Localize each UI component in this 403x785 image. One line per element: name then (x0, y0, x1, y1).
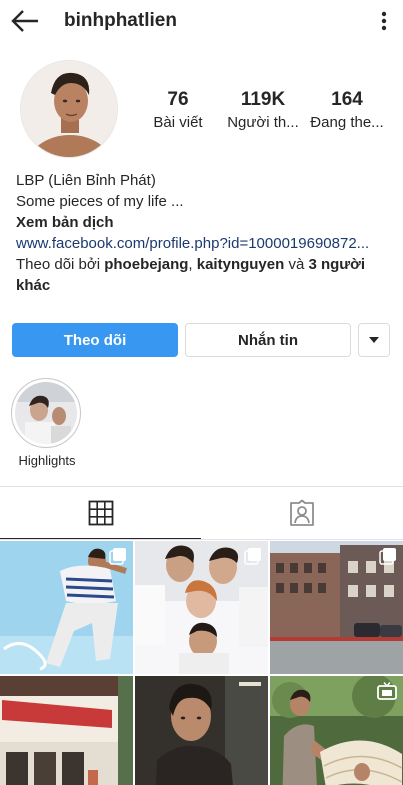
stat-following-count: 164 (331, 89, 363, 110)
separator: , (188, 256, 197, 273)
follower-name-1[interactable]: phoebejang (104, 256, 188, 273)
follow-button[interactable]: Theo dõi (12, 323, 178, 357)
stat-followers-label: Người th... (227, 114, 299, 131)
post-thumbnail[interactable] (0, 541, 133, 674)
stat-following-label: Đang the... (310, 114, 384, 131)
stat-followers-count: 119K (240, 89, 286, 110)
tab-tagged[interactable] (201, 487, 402, 539)
post-thumbnail[interactable] (0, 676, 133, 785)
website-link[interactable]: www.facebook.com/profile.php?id=10000196… (16, 233, 388, 254)
multiple-photos-icon (244, 548, 261, 565)
message-button[interactable]: Nhắn tin (185, 323, 351, 357)
highlight-item[interactable] (11, 378, 81, 448)
grid-icon (88, 500, 113, 526)
multiple-photos-icon (109, 548, 126, 565)
multiple-photos-icon (379, 548, 396, 565)
and-text: và (284, 256, 309, 273)
tabs-divider-bottom (0, 539, 403, 540)
suggestions-dropdown-button[interactable] (358, 323, 390, 357)
stat-posts[interactable]: 76 Bài viết (133, 88, 223, 134)
stat-following[interactable]: 164 Đang the... (302, 88, 392, 134)
more-options-button[interactable] (379, 10, 389, 32)
tagged-person-icon (289, 499, 314, 526)
bio-text: Some pieces of my life ... (16, 193, 184, 210)
profile-bio: LBP (Liên Bỉnh Phát) Some pieces of my l… (16, 170, 392, 296)
post-thumbnail[interactable] (270, 541, 403, 674)
top-bar: binhphatlien (0, 0, 403, 44)
follower-name-2[interactable]: kaitynguyen (197, 256, 285, 273)
arrow-left-icon (11, 10, 38, 32)
followed-by-text[interactable]: Theo dõi bởi phoebejang, kaitynguyen và … (16, 254, 392, 296)
kebab-menu-icon (381, 11, 387, 31)
back-button[interactable] (10, 8, 40, 34)
igtv-video-icon (377, 682, 397, 700)
display-name: LBP (Liên Bỉnh Phát) (16, 172, 156, 189)
profile-username: binhphatlien (64, 10, 177, 31)
tab-grid[interactable] (0, 487, 201, 539)
stat-followers[interactable]: 119K Người th... (218, 88, 308, 134)
caret-down-icon (369, 337, 379, 343)
stat-posts-label: Bài viết (153, 114, 203, 131)
post-thumbnail[interactable] (270, 676, 403, 785)
highlight-label: Highlights (18, 453, 76, 468)
post-thumbnail[interactable] (135, 676, 268, 785)
highlight-cover (15, 382, 77, 444)
post-thumbnail[interactable] (135, 541, 268, 674)
see-translation-link[interactable]: Xem bản dịch (16, 212, 392, 233)
stat-posts-count: 76 (167, 89, 189, 110)
followed-by-prefix: Theo dõi bởi (16, 256, 105, 273)
profile-avatar[interactable] (20, 60, 118, 158)
